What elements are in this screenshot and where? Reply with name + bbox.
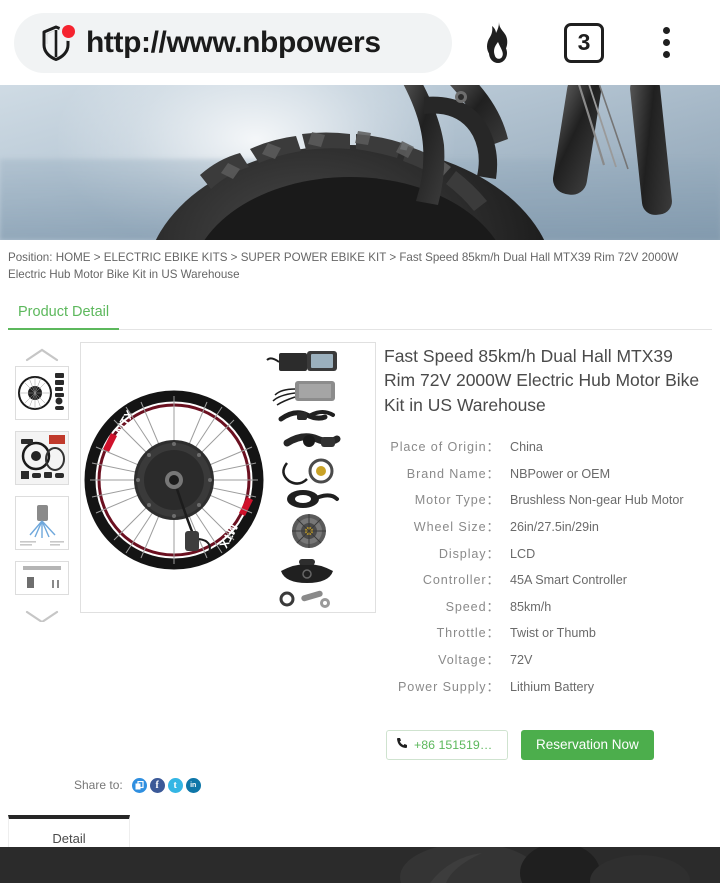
- spec-value-throttle: Twist or Thumb: [510, 626, 596, 641]
- spec-value-controller: 45A Smart Controller: [510, 573, 627, 588]
- phone-icon: [396, 736, 408, 754]
- thumbnail-3[interactable]: [15, 495, 69, 550]
- notification-dot: [62, 24, 75, 38]
- copy-link-icon[interactable]: [131, 777, 147, 793]
- spec-row: Display： LCD: [384, 547, 704, 562]
- tab-product-detail[interactable]: Product Detail: [8, 298, 120, 330]
- spec-row: Wheel Size： 26in/27.5in/29in: [384, 520, 704, 535]
- spec-label-brand-name: Brand Name：: [406, 466, 500, 481]
- phone-button[interactable]: +86 151519801...: [386, 729, 508, 760]
- breadcrumb: Position: HOME > ELECTRIC EBIKE KITS > S…: [0, 240, 720, 290]
- url-text: http://www.nbpowers: [86, 25, 381, 59]
- page-title: Fast Speed 85km/h Dual Hall MTX39 Rim 72…: [384, 345, 700, 416]
- spec-value-place-of-origin: China: [510, 440, 543, 455]
- breadcrumb-item-home[interactable]: HOME: [56, 251, 91, 264]
- spec-label-voltage: Voltage：: [438, 653, 500, 667]
- spec-row: Brand Name： NBPower or OEM: [384, 467, 704, 482]
- browser-toolbar: http://www.nbpowers 3: [0, 0, 720, 85]
- address-bar[interactable]: http://www.nbpowers: [14, 12, 452, 73]
- thumbnail-column: [8, 342, 76, 622]
- product-info-panel: Fast Speed 85km/h Dual Hall MTX39 Rim 72…: [376, 342, 712, 760]
- spec-value-wheel-size: 26in/27.5in/29in: [510, 519, 599, 534]
- spec-value-motor-type: Brushless Non-gear Hub Motor: [510, 493, 684, 508]
- spec-label-motor-type: Motor Type：: [414, 493, 500, 508]
- twitter-icon[interactable]: t: [167, 777, 183, 793]
- product-gallery: MTX MTX: [8, 341, 376, 760]
- spec-value-speed: 85km/h: [510, 599, 552, 614]
- spec-label-speed: Speed：: [445, 599, 500, 614]
- breadcrumb-item-subcategory[interactable]: SUPER POWER EBIKE KIT: [241, 251, 386, 264]
- action-buttons: +86 151519801... Reservation Now: [384, 729, 704, 760]
- spec-row: Motor Type： Brushless Non-gear Hub Motor: [384, 493, 704, 508]
- breadcrumb-item-category[interactable]: ELECTRIC EBIKE KITS: [104, 251, 228, 264]
- chevron-down-icon[interactable]: [22, 606, 62, 622]
- spec-value-power-supply: Lithium Battery: [510, 679, 594, 694]
- spec-label-place-of-origin: Place of Origin：: [390, 440, 500, 455]
- brave-shield-icon[interactable]: [36, 23, 76, 63]
- spec-row: Controller： 45A Smart Controller: [384, 573, 704, 588]
- breadcrumb-separator: >: [230, 251, 238, 264]
- thumbnail-4[interactable]: [15, 560, 69, 595]
- breadcrumb-prefix: Position:: [8, 251, 53, 264]
- phone-number: +86 151519801...: [414, 737, 498, 752]
- spec-row: Voltage： 72V: [384, 653, 704, 668]
- facebook-icon[interactable]: f: [149, 777, 165, 793]
- spec-row: Speed： 85km/h: [384, 600, 704, 615]
- share-icons: f t in: [131, 777, 201, 793]
- spec-label-power-supply: Power Supply：: [397, 679, 500, 694]
- share-label: Share to:: [74, 778, 123, 793]
- linkedin-icon[interactable]: in: [185, 777, 201, 793]
- flame-icon[interactable]: [458, 13, 538, 73]
- spec-row: Throttle： Twist or Thumb: [384, 626, 704, 641]
- tab-counter-button[interactable]: 3: [544, 13, 624, 73]
- spec-label-wheel-size: Wheel Size：: [413, 519, 500, 534]
- hero-banner: [0, 85, 720, 240]
- thumbnail-2[interactable]: [15, 430, 69, 485]
- main-product-image[interactable]: MTX MTX: [80, 341, 376, 613]
- spec-row: Place of Origin： China: [384, 440, 704, 455]
- spec-label-throttle: Throttle：: [436, 626, 500, 641]
- spec-row: Power Supply： Lithium Battery: [384, 680, 704, 695]
- spec-value-brand-name: NBPower or OEM: [510, 466, 611, 481]
- product-detail-tabbar: Product Detail: [8, 298, 712, 330]
- spec-label-controller: Controller：: [422, 573, 500, 588]
- menu-dot: [662, 51, 670, 58]
- breadcrumb-separator: >: [93, 251, 101, 264]
- breadcrumb-separator: >: [389, 251, 397, 264]
- tab-count: 3: [564, 22, 604, 63]
- three-dot-menu-icon[interactable]: [630, 13, 702, 73]
- spec-label-display: Display：: [438, 546, 500, 561]
- hero-bike-illustration: [155, 85, 672, 240]
- share-row: Share to: f t in: [0, 760, 720, 793]
- menu-dot: [662, 39, 670, 46]
- reservation-now-button[interactable]: Reservation Now: [521, 729, 654, 760]
- menu-dot: [662, 27, 670, 34]
- chevron-up-icon[interactable]: [22, 344, 62, 366]
- page-footer: [0, 847, 720, 883]
- product-section: MTX MTX Fast Speed 85km/h Dual Hall MTX3…: [0, 330, 720, 760]
- thumbnail-1[interactable]: [15, 365, 69, 420]
- spec-value-voltage: 72V: [510, 653, 533, 667]
- spec-value-display: LCD: [510, 546, 536, 561]
